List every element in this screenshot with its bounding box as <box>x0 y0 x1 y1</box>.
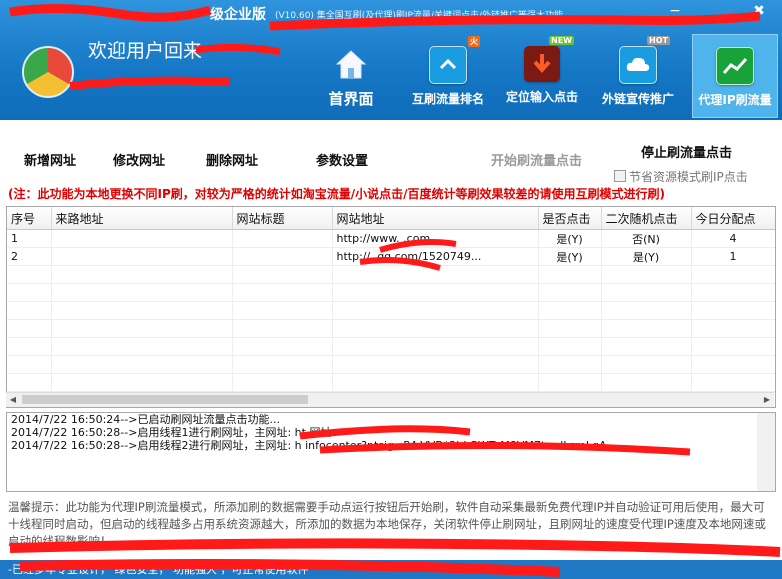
log-line: 2014/7/22 16:50:24-->已启动刷网址流量点击功能... <box>11 413 280 426</box>
hot-badge: 火 <box>468 36 480 47</box>
tips-text: 温馨提示：此功能为代理IP刷流量模式，所添加刷的数据需要手动点运行按钮后开始刷，… <box>8 500 766 548</box>
start-button[interactable]: 开始刷流量点击 <box>491 150 582 169</box>
cell-url: http://www. .com <box>332 229 539 248</box>
target-icon <box>524 46 560 82</box>
nav-target-label: 定位输入点击 <box>505 90 578 104</box>
app-subtitle: (V10.60) 集全国互刷(及代理)刷IP流量/关键词点击/外链推广等强大功能 <box>275 11 563 21</box>
nav-home[interactable]: 首界面 <box>316 34 386 116</box>
cell-points: 1 <box>691 247 775 266</box>
scroll-right-icon[interactable]: ▶ <box>760 393 774 407</box>
nav-proxy-ip[interactable]: 代理IP刷流量 <box>692 34 778 118</box>
app-header: 级企业版 (V10.60) 集全国互刷(及代理)刷IP流量/关键词点击/外链推广… <box>0 0 782 120</box>
nav-target-click[interactable]: NEW 定位输入点击 <box>502 34 582 116</box>
scroll-left-icon[interactable]: ◀ <box>6 393 20 407</box>
log-line: 2014/7/22 16:50:28-->启用线程1进行刷网址，主网址: ht … <box>11 426 343 439</box>
cell-referer <box>51 229 233 248</box>
welcome-text: 欢迎用户回来 <box>88 40 203 62</box>
table-horizontal-scrollbar[interactable]: ◀ ▶ <box>6 392 774 407</box>
log-line: 2014/7/22 16:50:28-->启用线程2进行刷网址，主网址: h i… <box>11 439 607 452</box>
col-index[interactable]: 序号 <box>7 207 52 230</box>
minimize-button[interactable]: − <box>664 2 686 20</box>
col-click[interactable]: 是否点击 <box>538 207 602 230</box>
close-button[interactable]: ✖ <box>748 2 770 20</box>
warning-note: (注：此功能为本地更换不同IP刷，对较为严格的统计如淘宝流量/小说点击/百度统计… <box>8 187 665 201</box>
cloud-icon <box>619 46 657 84</box>
chart-icon <box>716 47 754 85</box>
nav-link-promotion[interactable]: HOT 外链宣传推广 <box>598 34 678 116</box>
col-random-click[interactable]: 二次随机点击 <box>601 207 692 230</box>
stop-button[interactable]: 停止刷流量点击 <box>641 142 732 161</box>
cell-title <box>232 229 333 248</box>
title-bar: 级企业版 (V10.60) 集全国互刷(及代理)刷IP流量/关键词点击/外链推广… <box>0 0 782 26</box>
cell-random-click: 否(N) <box>601 229 692 248</box>
nav-mutual-label: 互刷流量排名 <box>411 92 484 106</box>
cell-index: 1 <box>7 229 52 248</box>
nav-proxy-label: 代理IP刷流量 <box>698 93 772 107</box>
table-row[interactable]: 2 http:// .qq.com/1520749... 是(Y) 是(Y) 1 <box>7 247 775 266</box>
home-icon <box>333 46 369 82</box>
save-resource-checkbox[interactable]: 节省资源模式刷IP点击 <box>614 168 748 185</box>
log-panel[interactable]: 2014/7/22 16:50:24-->已启动刷网址流量点击功能... 201… <box>6 412 776 492</box>
delete-url-button[interactable]: 删除网址 <box>206 150 258 169</box>
scroll-thumb[interactable] <box>22 395 308 404</box>
add-url-button[interactable]: 新增网址 <box>24 150 76 169</box>
col-site-url[interactable]: 网站地址 <box>332 207 539 230</box>
cell-points: 4 <box>691 229 775 248</box>
cell-random-click: 是(Y) <box>601 247 692 266</box>
new-badge: NEW <box>549 36 574 45</box>
app-title: 级企业版 <box>210 7 266 23</box>
nav-mutual-traffic[interactable]: 火 互刷流量排名 <box>408 34 488 116</box>
save-resource-label: 节省资源模式刷IP点击 <box>629 170 748 184</box>
settings-button[interactable]: 参数设置 <box>316 150 368 169</box>
app-logo <box>22 46 74 98</box>
col-referer[interactable]: 来路地址 <box>51 207 233 230</box>
cell-referer <box>51 247 233 266</box>
table-header-row: 序号 来路地址 网站标题 网站地址 是否点击 二次随机点击 今日分配点 <box>7 207 775 230</box>
table-row[interactable]: 1 http://www. .com 是(Y) 否(N) 4 <box>7 229 775 248</box>
col-site-title[interactable]: 网站标题 <box>232 207 333 230</box>
cell-index: 2 <box>7 247 52 266</box>
status-bar: -已经多年专业设计， 绿色安全， 功能强大 ，可正常使用软件 <box>0 560 782 579</box>
edit-url-button[interactable]: 修改网址 <box>113 150 165 169</box>
cell-url: http:// .qq.com/1520749... <box>332 247 539 266</box>
log-vertical-scrollbar[interactable] <box>757 413 775 491</box>
swap-icon <box>429 46 467 84</box>
hot-badge: HOT <box>647 36 670 45</box>
nav-home-label: 首界面 <box>328 90 374 108</box>
checkbox-box[interactable] <box>614 170 626 182</box>
col-today-points[interactable]: 今日分配点 <box>691 207 775 230</box>
cell-click: 是(Y) <box>538 247 602 266</box>
nav-promotion-label: 外链宣传推广 <box>601 92 674 106</box>
url-table: 序号 来路地址 网站标题 网站地址 是否点击 二次随机点击 今日分配点 1 ht… <box>6 206 776 408</box>
cell-title <box>232 247 333 266</box>
cell-click: 是(Y) <box>538 229 602 248</box>
